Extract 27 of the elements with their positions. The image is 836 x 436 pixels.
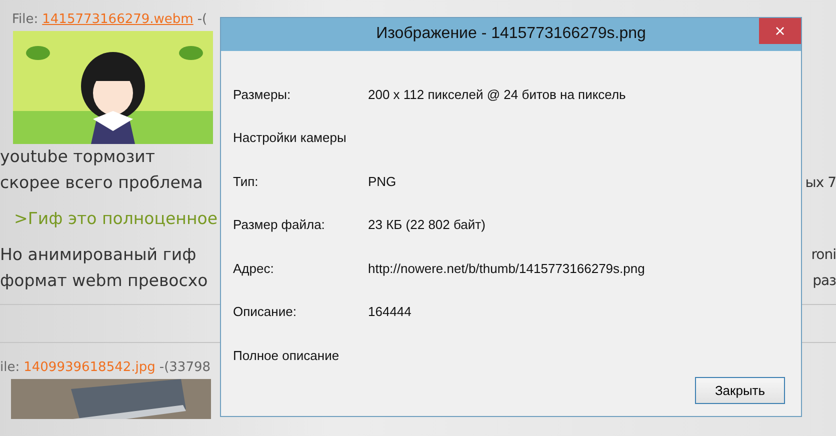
file-info: -( [197,11,208,30]
section-label: Полное описание [233,346,340,364]
post-text: формат webm превосхо [0,270,208,292]
file-label: ile: [0,359,20,378]
property-value: http://nowere.net/b/thumb/1415773166279s.png [368,260,645,278]
close-button[interactable]: × [759,18,801,44]
property-label: Тип: [233,172,260,190]
property-value: 200 x 112 пикселей @ 24 битов на пиксель [368,86,626,104]
post-text: roni [811,246,836,264]
property-label: Размеры: [233,86,292,104]
window-title: Изображение - 1415773166279s.png [376,24,646,44]
property-label: Размер файла: [233,216,326,234]
post-text: скорее всего проблема [0,172,203,194]
post-text: ых 7 [805,174,836,192]
post-text: youtube тормозит [0,146,155,168]
property-label: Адрес: [233,260,275,278]
post-text: Но анимированый гиф [0,244,196,266]
section-label: Настройки камеры [233,129,348,147]
file-info: -(33798 [159,359,211,378]
property-value: 23 КБ (22 802 байт) [368,216,486,234]
file-label: File: [12,11,38,30]
property-value: 164444 [368,303,412,321]
close-dialog-button[interactable]: Закрыть [695,377,785,404]
property-value: PNG [368,172,396,190]
post-text: раз [812,272,836,290]
property-label: Описание: [233,303,298,321]
quote-text: >Гиф это полноценное [14,208,218,230]
